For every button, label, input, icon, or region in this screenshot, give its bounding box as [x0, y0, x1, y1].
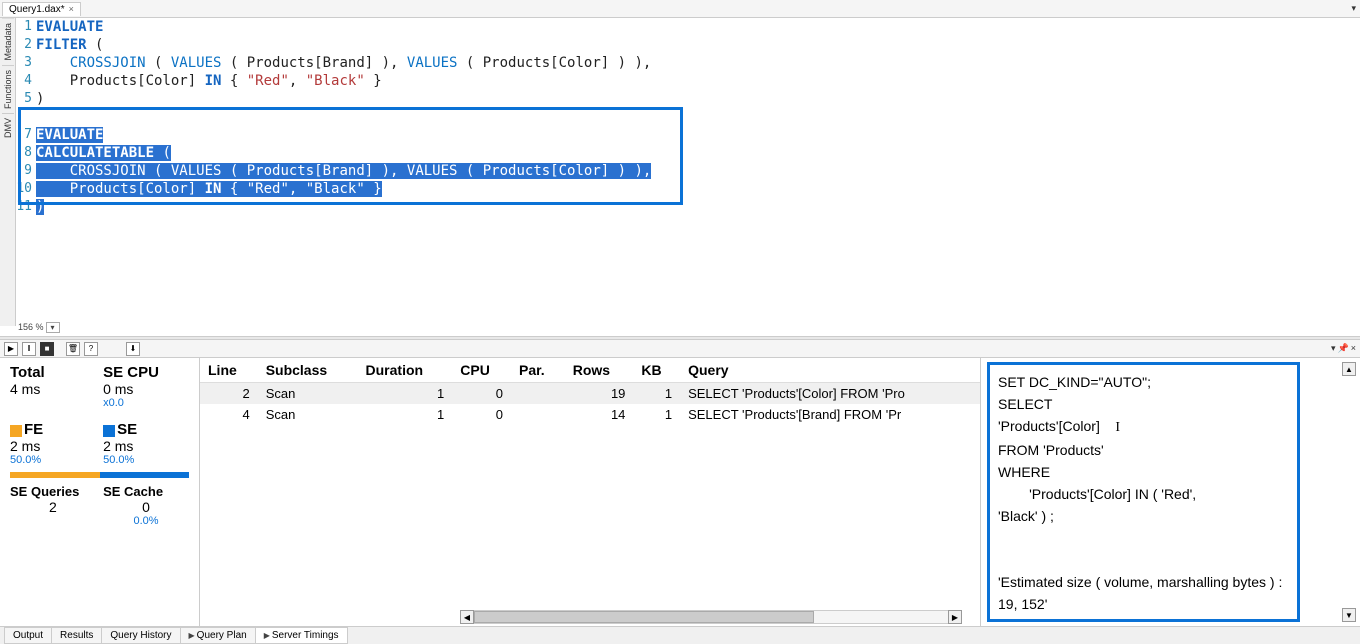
bottom-tab-server-timings[interactable]: ▶Server Timings [255, 627, 348, 644]
se-pct: 50.0% [103, 454, 189, 466]
events-header[interactable]: CPU [452, 358, 511, 383]
fe-pct: 50.0% [10, 454, 96, 466]
secpu-value: 0 ms [103, 381, 189, 397]
seq-label: SE Queries [10, 484, 96, 499]
secache-pct: 0.0% [103, 515, 189, 527]
pause-icon[interactable]: ‖ [22, 342, 36, 356]
export-icon[interactable]: ⬇ [126, 342, 140, 356]
horizontal-scrollbar[interactable]: ◀ ▶ [460, 610, 962, 624]
document-tab-title: Query1.dax* [9, 4, 65, 15]
query-line: SET DC_KIND="AUTO"; [998, 371, 1289, 393]
tab-overflow-icon[interactable]: ▾ [1351, 3, 1356, 14]
results-panel: Total4 ms SE CPU0 msx0.0 FE2 ms50.0% SE2… [0, 358, 1360, 626]
secache-label: SE Cache [103, 484, 189, 499]
events-table-container: LineSubclassDurationCPUPar.RowsKBQuery 2… [200, 358, 980, 626]
sidebar-tab-metadata[interactable]: Metadata [2, 18, 14, 65]
document-tab[interactable]: Query1.dax* × [2, 2, 81, 16]
panel-close-icon[interactable]: × [1351, 343, 1356, 354]
query-line: SELECT [998, 393, 1289, 415]
scroll-left-icon[interactable]: ◀ [460, 610, 474, 624]
seq-value: 2 [10, 499, 96, 515]
query-text-panel: SET DC_KIND="AUTO"; SELECT 'Products'[Co… [980, 358, 1360, 626]
stop-icon[interactable]: ■ [40, 342, 54, 356]
total-value: 4 ms [10, 381, 96, 397]
events-header[interactable]: Par. [511, 358, 565, 383]
zoom-dropdown-icon[interactable]: ▾ [46, 322, 60, 333]
events-header[interactable]: Line [200, 358, 258, 383]
results-toolbar: ▶ ‖ ■ 🗑 ? ⬇ ▾ 📌 × [0, 340, 1360, 358]
panel-dropdown-icon[interactable]: ▾ [1331, 343, 1336, 354]
clear-icon[interactable]: 🗑 [66, 342, 80, 356]
code-editor[interactable]: 1EVALUATE2FILTER (3 CROSSJOIN ( VALUES (… [16, 18, 1360, 318]
text-cursor-icon: I [1115, 417, 1125, 439]
se-label: SE [117, 421, 137, 438]
bottom-tab-query-plan[interactable]: ▶Query Plan [180, 627, 256, 644]
bottom-tab-bar: OutputResultsQuery History▶Query Plan▶Se… [0, 626, 1360, 644]
query-line: WHERE [998, 461, 1289, 483]
bottom-tab-output[interactable]: Output [4, 627, 52, 644]
events-header[interactable]: Duration [358, 358, 453, 383]
events-header[interactable]: Subclass [258, 358, 358, 383]
sidebar-tab-dmv[interactable]: DMV [2, 113, 14, 142]
se-value: 2 ms [103, 438, 189, 454]
close-tab-icon[interactable]: × [69, 4, 74, 14]
pin-icon[interactable]: 📌 [1338, 343, 1349, 354]
sidebar-tab-functions[interactable]: Functions [2, 65, 14, 113]
zoom-value: 156 % [18, 322, 44, 332]
vertical-scrollbar[interactable]: ▲ ▼ [1342, 362, 1356, 622]
bottom-tab-results[interactable]: Results [51, 627, 102, 644]
query-line: 'Products'[Color] [998, 418, 1100, 434]
fe-swatch-icon [10, 425, 22, 437]
query-text-box[interactable]: SET DC_KIND="AUTO"; SELECT 'Products'[Co… [987, 362, 1300, 622]
bottom-tab-query-history[interactable]: Query History [101, 627, 180, 644]
timing-stats: Total4 ms SE CPU0 msx0.0 FE2 ms50.0% SE2… [0, 358, 200, 626]
left-tool-strip: Metadata Functions DMV [0, 18, 16, 326]
events-table[interactable]: LineSubclassDurationCPUPar.RowsKBQuery 2… [200, 358, 980, 425]
scroll-thumb[interactable] [474, 611, 814, 623]
query-line: 'Estimated size ( volume, marshalling by… [998, 571, 1289, 615]
document-tab-bar: Query1.dax* × ▾ [0, 0, 1360, 18]
events-header[interactable]: KB [633, 358, 680, 383]
se-swatch-icon [103, 425, 115, 437]
scroll-right-icon[interactable]: ▶ [948, 610, 962, 624]
secpu-label: SE CPU [103, 364, 189, 381]
query-line: 'Black' ) ; [998, 505, 1289, 527]
table-row[interactable]: 4Scan10141SELECT 'Products'[Brand] FROM … [200, 404, 980, 425]
help-icon[interactable]: ? [84, 342, 98, 356]
fe-se-bar [10, 472, 189, 478]
secache-value: 0 [103, 499, 189, 515]
events-header[interactable]: Query [680, 358, 980, 383]
query-line: 'Products'[Color] IN ( 'Red', [998, 483, 1289, 505]
table-row[interactable]: 2Scan10191SELECT 'Products'[Color] FROM … [200, 383, 980, 405]
events-header[interactable]: Rows [565, 358, 634, 383]
play-icon[interactable]: ▶ [4, 342, 18, 356]
query-line: FROM 'Products' [998, 439, 1289, 461]
fe-label: FE [24, 421, 43, 438]
total-label: Total [10, 364, 96, 381]
secpu-sub: x0.0 [103, 397, 189, 409]
scroll-up-icon[interactable]: ▲ [1342, 362, 1356, 376]
fe-value: 2 ms [10, 438, 96, 454]
scroll-down-icon[interactable]: ▼ [1342, 608, 1356, 622]
zoom-indicator: 156 % ▾ [16, 320, 60, 334]
